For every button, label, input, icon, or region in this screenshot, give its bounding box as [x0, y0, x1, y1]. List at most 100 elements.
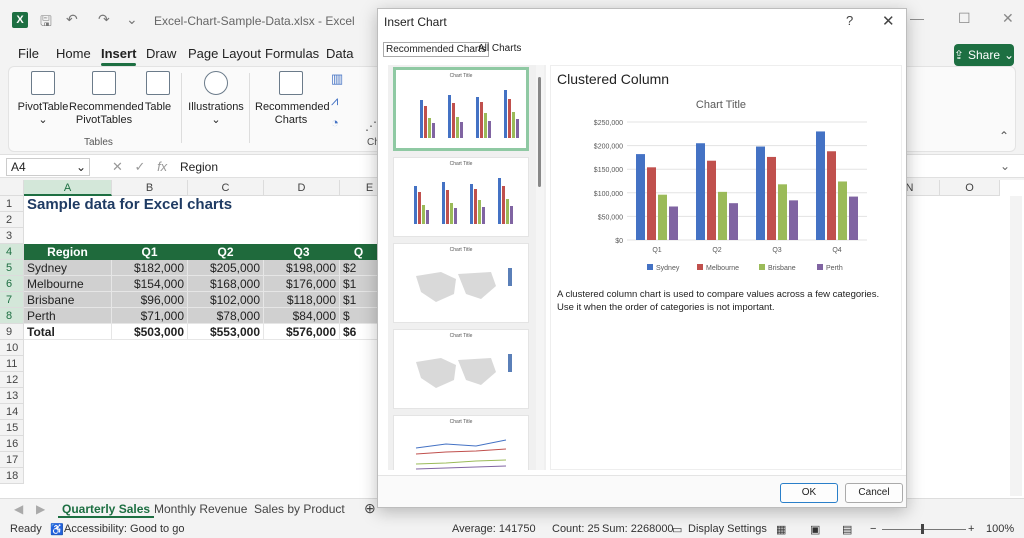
tab-all-charts[interactable]: All Charts	[476, 42, 523, 55]
minimize-icon[interactable]: —	[910, 10, 924, 26]
header-cell-q2[interactable]: Q2	[188, 244, 264, 260]
sheet-tab-quarterly-sales[interactable]: Quarterly Sales	[58, 502, 155, 518]
close-window-icon[interactable]: ✕	[1002, 10, 1014, 27]
accessibility-status[interactable]: Accessibility: Good to go	[64, 523, 184, 535]
vertical-scrollbar[interactable]	[1010, 196, 1022, 496]
tab-recommended-charts[interactable]: Recommended Charts	[383, 42, 490, 57]
tab-file[interactable]: File	[18, 46, 39, 61]
expand-formula-bar-icon[interactable]: ⌄	[1000, 159, 1010, 173]
scroll-sheets-right-icon[interactable]: ▶	[32, 502, 49, 516]
header-cell-q3[interactable]: Q3	[264, 244, 340, 260]
sheet-tab-sales-by-product[interactable]: Sales by Product	[250, 502, 349, 516]
pie-chart-icon[interactable]: ◔	[331, 115, 339, 130]
zoom-slider-thumb[interactable]	[921, 524, 924, 534]
zoom-slider[interactable]	[882, 529, 966, 530]
scatter-chart-icon[interactable]: ⋰	[365, 119, 377, 133]
maximize-icon[interactable]: ☐	[958, 10, 971, 27]
table-cell[interactable]: Sydney	[24, 260, 112, 276]
column-chart-icon[interactable]: ▥	[331, 71, 343, 87]
row-header[interactable]: 14	[0, 404, 24, 420]
table-cell[interactable]: $168,000	[188, 276, 264, 292]
table-cell[interactable]: $	[340, 308, 378, 324]
accessibility-icon[interactable]: ♿	[50, 523, 64, 536]
header-cell-q1[interactable]: Q1	[112, 244, 188, 260]
collapse-ribbon-icon[interactable]: ⌃	[999, 129, 1009, 143]
table-cell[interactable]: $78,000	[188, 308, 264, 324]
cancel-icon[interactable]: ✕	[112, 159, 123, 174]
normal-view-icon[interactable]: ▦	[776, 523, 786, 536]
thumbnail-line-chart[interactable]: Chart Title	[393, 415, 529, 470]
row-header[interactable]: 15	[0, 420, 24, 436]
tab-data[interactable]: Data	[326, 46, 353, 61]
row-header[interactable]: 11	[0, 356, 24, 372]
recommended-pivottables-button[interactable]: Recommended PivotTables	[69, 71, 144, 127]
undo-icon[interactable]: ↶	[66, 11, 78, 28]
table-cell[interactable]: $71,000	[112, 308, 188, 324]
enter-icon[interactable]: ✓	[135, 159, 146, 174]
total-cell[interactable]: $576,000	[264, 324, 340, 340]
line-chart-icon[interactable]: ⩘	[331, 93, 338, 109]
redo-icon[interactable]: ↷	[98, 11, 110, 28]
column-header-b[interactable]: B	[112, 180, 188, 196]
select-all-corner[interactable]	[0, 180, 24, 196]
table-cell[interactable]: Melbourne	[24, 276, 112, 292]
fx-icon[interactable]: fx	[157, 159, 167, 174]
header-cell-region[interactable]: Region	[24, 244, 112, 260]
page-layout-view-icon[interactable]: ▣	[810, 523, 820, 536]
row-header[interactable]: 3	[0, 228, 24, 244]
ok-button[interactable]: OK	[780, 483, 838, 503]
table-cell[interactable]: Brisbane	[24, 292, 112, 308]
tab-draw[interactable]: Draw	[146, 46, 176, 61]
scrollbar-thumb[interactable]	[538, 77, 541, 187]
row-header[interactable]: 2	[0, 212, 24, 228]
help-button[interactable]: ?	[846, 13, 853, 28]
table-cell[interactable]: $1	[340, 276, 378, 292]
thumbnail-scrollbar[interactable]	[536, 65, 544, 470]
table-cell[interactable]: $154,000	[112, 276, 188, 292]
table-cell[interactable]: $118,000	[264, 292, 340, 308]
page-break-view-icon[interactable]: ▤	[842, 523, 852, 536]
display-settings-icon[interactable]: ▭	[672, 523, 682, 536]
column-header-c[interactable]: C	[188, 180, 264, 196]
zoom-out-icon[interactable]: −	[870, 523, 876, 535]
table-cell[interactable]: $182,000	[112, 260, 188, 276]
formula-input[interactable]: Region	[180, 160, 218, 174]
table-cell[interactable]: $96,000	[112, 292, 188, 308]
row-header[interactable]: 16	[0, 436, 24, 452]
tab-formulas[interactable]: Formulas	[265, 46, 319, 61]
table-cell[interactable]: Perth	[24, 308, 112, 324]
column-header-o[interactable]: O	[940, 180, 1000, 196]
tab-insert[interactable]: Insert	[101, 46, 137, 66]
row-header[interactable]: 9	[0, 324, 24, 340]
thumbnail-filled-map[interactable]: Chart Title	[393, 243, 529, 323]
pivottable-button[interactable]: PivotTable ⌄	[17, 71, 69, 127]
share-button[interactable]: ⇪ Share ⌄	[954, 44, 1014, 66]
table-button[interactable]: Table	[143, 71, 173, 114]
row-header[interactable]: 1	[0, 196, 24, 212]
zoom-in-icon[interactable]: +	[968, 523, 974, 535]
save-icon[interactable]: 🖫	[40, 11, 52, 35]
row-header[interactable]: 18	[0, 468, 24, 484]
name-box[interactable]: A4 ⌄	[6, 158, 90, 176]
row-header[interactable]: 10	[0, 340, 24, 356]
total-cell[interactable]: $553,000	[188, 324, 264, 340]
table-cell[interactable]: $176,000	[264, 276, 340, 292]
close-dialog-icon[interactable]: ✕	[882, 12, 895, 30]
table-cell[interactable]: $84,000	[264, 308, 340, 324]
zoom-level[interactable]: 100%	[986, 523, 1014, 535]
row-header[interactable]: 7	[0, 292, 24, 308]
tab-home[interactable]: Home	[56, 46, 91, 61]
customize-qat-icon[interactable]: ⌄	[126, 11, 138, 28]
table-cell[interactable]: $1	[340, 292, 378, 308]
table-cell[interactable]: $2	[340, 260, 378, 276]
total-cell[interactable]: $6	[340, 324, 378, 340]
row-header[interactable]: 8	[0, 308, 24, 324]
sheet-tab-monthly-revenue[interactable]: Monthly Revenue	[150, 502, 251, 516]
row-header[interactable]: 17	[0, 452, 24, 468]
row-header[interactable]: 4	[0, 244, 24, 260]
thumbnail-clustered-column[interactable]: Chart Title	[393, 67, 529, 151]
table-cell[interactable]: $198,000	[264, 260, 340, 276]
thumbnail-filled-map-2[interactable]: Chart Title	[393, 329, 529, 409]
recommended-charts-button[interactable]: Recommended Charts	[255, 71, 330, 127]
thumbnail-stacked-column[interactable]: Chart Title	[393, 157, 529, 237]
